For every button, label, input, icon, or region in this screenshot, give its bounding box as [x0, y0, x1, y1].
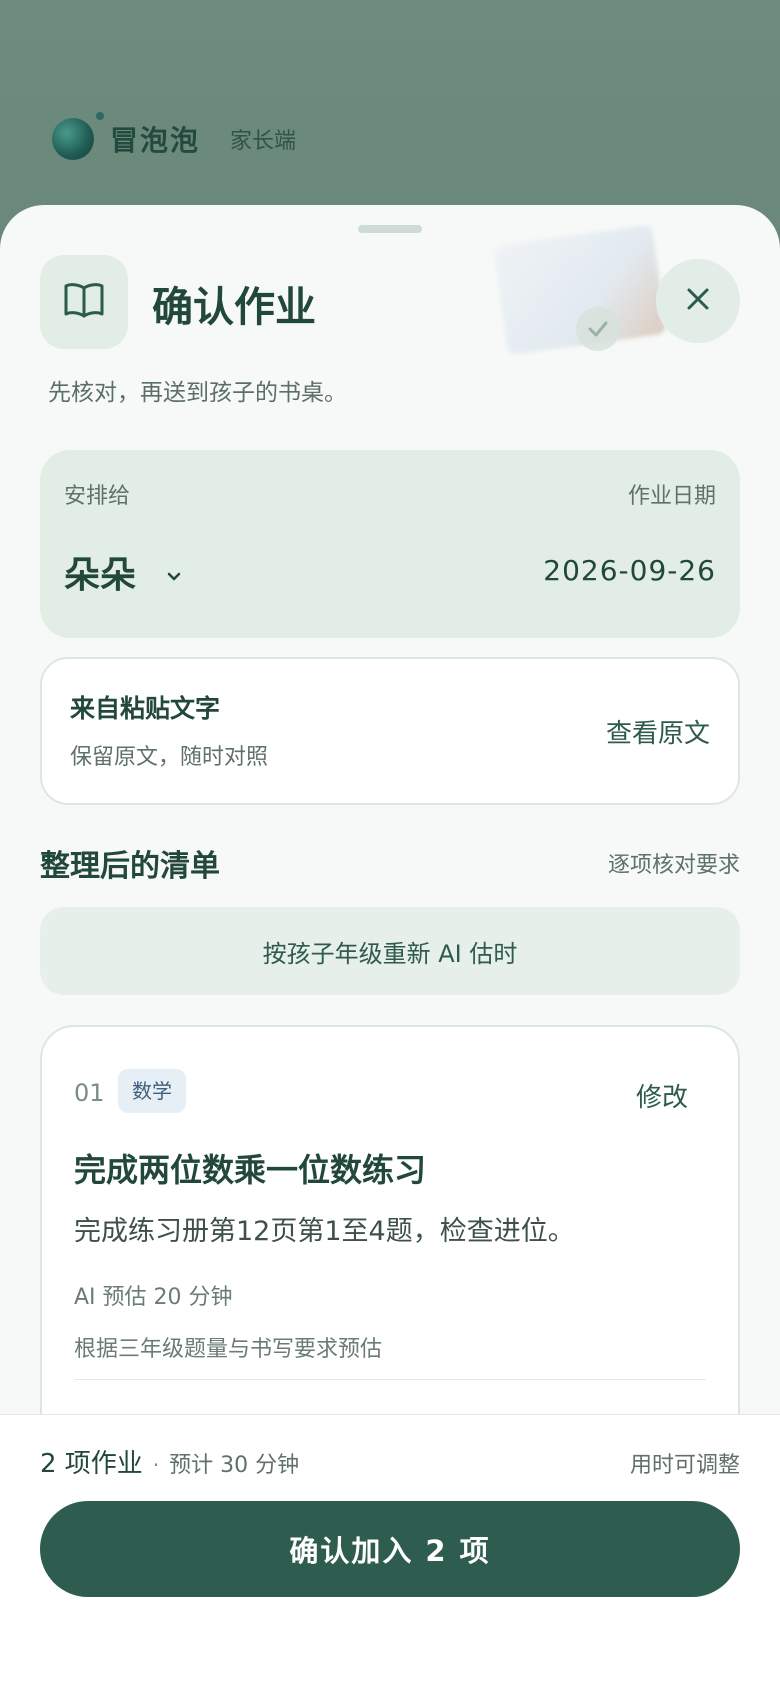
total-estimate: 预计 30 分钟 [169, 1453, 300, 1478]
footer-bar: 2 项作业 · 预计 30 分钟 用时可调整 确认加入 2 项 [0, 1414, 780, 1689]
child-name: 朵朵 [64, 555, 137, 596]
sheet-subtitle: 先核对，再送到孩子的书桌。 [48, 380, 347, 406]
ai-re-estimate-button[interactable]: 按孩子年级重新 AI 估时 [40, 907, 740, 995]
assign-label: 安排给 [64, 484, 131, 509]
divider [74, 1379, 706, 1380]
adjust-time-note: 用时可调整 [629, 1453, 740, 1478]
task-description: 完成练习册第12页第1至4题，检查进位。 [74, 1216, 575, 1247]
close-icon [685, 286, 711, 316]
confirm-add-button[interactable]: 确认加入 2 项 [40, 1501, 740, 1597]
app-name: 冒泡泡 [110, 124, 201, 157]
date-label: 作业日期 [627, 484, 716, 509]
separator: · [152, 1453, 160, 1477]
view-original-link[interactable]: 查看原文 [606, 713, 710, 750]
app-header: 冒泡泡 家长端 [52, 112, 297, 160]
close-button[interactable] [656, 259, 740, 343]
footer-summary: 2 项作业 · 预计 30 分钟 [40, 1443, 299, 1480]
app-logo [52, 112, 104, 160]
book-icon-badge [40, 255, 128, 349]
task-count: 2 项作业 [40, 1449, 143, 1479]
list-section-hint: 逐项核对要求 [607, 853, 740, 878]
sheet-grabber[interactable] [358, 225, 422, 233]
sheet-title: 确认作业 [152, 283, 316, 331]
assign-card: 安排给 作业日期 朵朵 2026-09-26 [40, 450, 740, 638]
task-title: 完成两位数乘一位数练习 [74, 1151, 427, 1189]
list-section-title: 整理后的清单 [40, 849, 220, 884]
subject-badge: 数学 [118, 1069, 186, 1113]
source-subtitle: 保留原文，随时对照 [70, 745, 269, 770]
task-number: 01 [74, 1079, 105, 1107]
homework-date[interactable]: 2026-09-26 [543, 554, 716, 587]
task-ai-estimate: AI 预估 20 分钟 [74, 1285, 233, 1310]
source-card: 来自粘贴文字 保留原文，随时对照 查看原文 [40, 657, 740, 805]
open-book-icon [62, 280, 106, 324]
app-role: 家长端 [230, 129, 297, 154]
chevron-down-icon [166, 568, 182, 587]
edit-task-button[interactable]: 修改 [636, 1077, 688, 1114]
task-estimate-basis: 根据三年级题量与书写要求预估 [74, 1337, 383, 1362]
source-title: 来自粘贴文字 [70, 694, 221, 723]
child-selector[interactable]: 朵朵 [64, 546, 182, 598]
check-icon [576, 307, 620, 351]
